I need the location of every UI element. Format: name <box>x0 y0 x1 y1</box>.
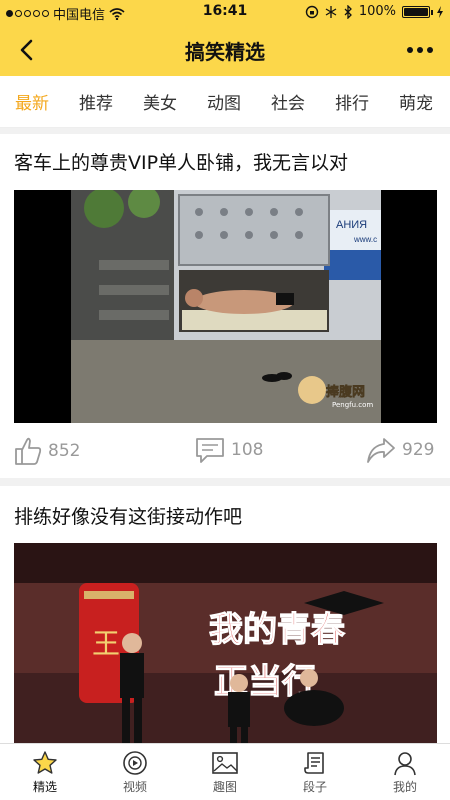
battery-percent: 100% <box>358 4 396 19</box>
tab-beauty[interactable]: 美女 <box>128 89 192 114</box>
thumbs-up-icon <box>15 437 42 465</box>
tab-society[interactable]: 社会 <box>256 89 320 114</box>
comment-button[interactable]: 108 <box>195 436 263 464</box>
share-icon <box>367 438 395 463</box>
tabbar-label: 我的 <box>392 780 417 794</box>
lock-rotation-icon <box>305 5 319 18</box>
stage-photo: 王 我的青春 正当行 <box>14 543 437 743</box>
tab-gifs[interactable]: 动图 <box>192 89 256 114</box>
post-image[interactable]: 王 我的青春 正当行 <box>14 543 437 743</box>
can-text: 王 <box>92 627 120 660</box>
tab-bar: 精选 视频 趣图 段子 我的 <box>0 743 450 800</box>
tabbar-item-video[interactable]: 视频 <box>90 744 180 800</box>
tabbar-label: 精选 <box>32 780 57 794</box>
tabbar-item-jokes[interactable]: 段子 <box>270 744 360 800</box>
tabbar-item-profile[interactable]: 我的 <box>360 744 450 800</box>
scroll-icon <box>304 752 324 774</box>
share-button[interactable]: 929 <box>366 436 434 464</box>
more-button[interactable] <box>400 34 440 66</box>
page-title: 搞笑精选 <box>185 40 265 64</box>
comment-count: 108 <box>231 440 264 460</box>
battery-icon <box>402 5 433 18</box>
share-count: 929 <box>402 440 435 460</box>
more-dot-icon <box>427 47 433 53</box>
tabbar-label: 趣图 <box>212 780 237 794</box>
tabbar-item-pictures[interactable]: 趣图 <box>180 744 270 800</box>
watermark-sub: Pengfu.com <box>332 401 373 409</box>
tab-ranking[interactable]: 排行 <box>320 89 384 114</box>
post-card[interactable]: 客车上的尊贵VIP单人卧铺，我无言以对 АНИЯ www.c 捧腹网 Pengf… <box>0 134 450 486</box>
tab-recommended[interactable]: 推荐 <box>64 89 128 114</box>
bluetooth-icon <box>344 4 352 19</box>
tabbar-label: 视频 <box>122 780 147 794</box>
bus-photo: АНИЯ www.c 捧腹网 Pengfu.com <box>71 190 381 423</box>
tab-pets[interactable]: 萌宠 <box>384 89 448 114</box>
play-icon <box>123 751 147 775</box>
nav-bar: 搞笑精选 <box>0 24 450 76</box>
bus-url: www.c <box>353 235 377 244</box>
comment-icon <box>196 438 224 463</box>
post-title[interactable]: 客车上的尊贵VIP单人卧铺，我无言以对 <box>14 148 348 175</box>
post-card[interactable]: 排练好像没有这街接动作吧 王 我的青春 正当行 <box>0 486 450 743</box>
like-button[interactable]: 852 <box>14 436 80 466</box>
person-icon <box>394 752 416 776</box>
star-icon <box>33 751 57 774</box>
charging-icon <box>437 5 443 18</box>
like-count: 852 <box>48 441 81 461</box>
post-image[interactable]: АНИЯ www.c 捧腹网 Pengfu.com <box>14 190 437 423</box>
alarm-icon <box>325 5 337 18</box>
tab-latest[interactable]: 最新 <box>0 89 64 114</box>
bus-lettering: АНИЯ <box>336 219 367 231</box>
watermark-text: 捧腹网 <box>326 384 365 400</box>
post-title[interactable]: 排练好像没有这街接动作吧 <box>14 502 242 529</box>
status-right: 100% <box>305 4 444 19</box>
more-dot-icon <box>417 47 423 53</box>
more-dot-icon <box>407 47 413 53</box>
tabbar-item-featured[interactable]: 精选 <box>0 744 90 800</box>
banner-text: 我的青春 <box>209 610 345 650</box>
picture-icon <box>212 752 238 774</box>
tabbar-label: 段子 <box>302 780 327 794</box>
category-tabs: 最新 推荐 美女 动图 社会 排行 萌宠 <box>0 76 450 128</box>
post-actions: 852 108 929 <box>0 426 450 474</box>
divider <box>0 478 450 486</box>
status-bar: 中国电信 16:41 100% <box>0 0 450 24</box>
